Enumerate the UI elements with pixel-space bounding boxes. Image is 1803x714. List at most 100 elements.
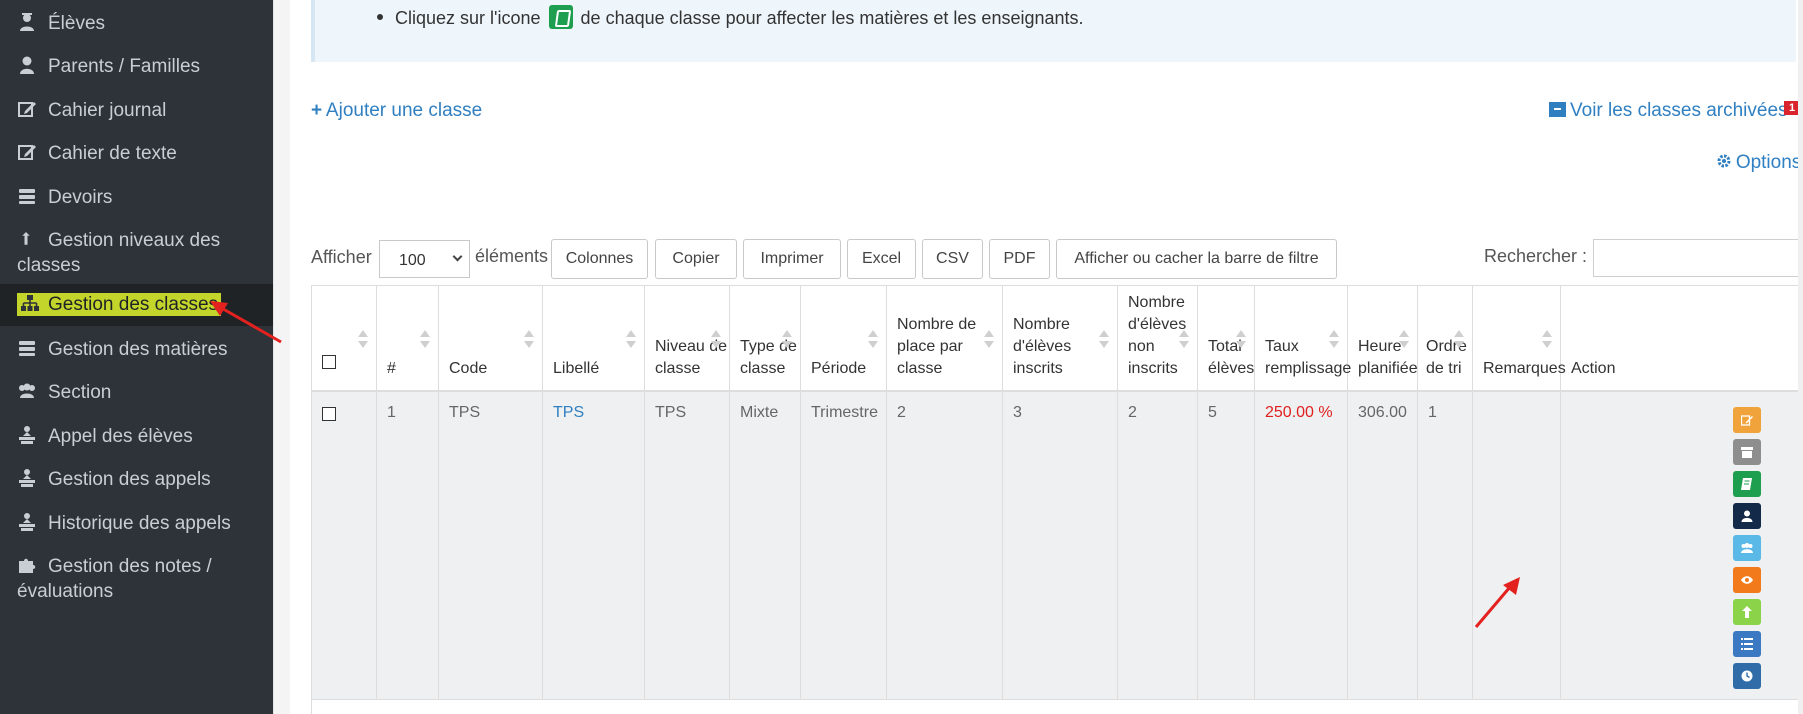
sidebar-item-label: Gestion des classes bbox=[48, 294, 219, 315]
sort-icon[interactable] bbox=[1399, 330, 1409, 350]
annotation-arrow-action bbox=[1474, 575, 1524, 629]
book-icon bbox=[1741, 478, 1752, 490]
header-label: classe bbox=[655, 360, 701, 377]
info-text-after: de chaque classe pour affecter les matiè… bbox=[580, 8, 1084, 28]
header-periode[interactable]: Période bbox=[801, 285, 887, 392]
bullet-dot bbox=[377, 14, 383, 20]
header-non-inscrits[interactable]: Nombre d'élèves non inscrits bbox=[1118, 285, 1198, 392]
sort-icon[interactable] bbox=[1329, 330, 1339, 350]
print-button[interactable]: Imprimer bbox=[743, 239, 841, 279]
header-heure[interactable]: Heure planifiée bbox=[1348, 285, 1418, 392]
view-button[interactable] bbox=[1733, 567, 1761, 593]
archive-icon bbox=[1549, 102, 1566, 117]
sidebar-item-label: Cahier de texte bbox=[48, 143, 177, 164]
search-input[interactable] bbox=[1593, 239, 1803, 277]
header-label: Action bbox=[1571, 360, 1616, 377]
header-type[interactable]: Type de classe bbox=[730, 285, 801, 392]
sort-icon[interactable] bbox=[1236, 330, 1246, 350]
sort-icon[interactable] bbox=[626, 330, 636, 350]
libelle-link[interactable]: TPS bbox=[553, 404, 584, 422]
header-code[interactable]: Code bbox=[439, 285, 543, 392]
list-icon bbox=[1741, 638, 1753, 650]
csv-button[interactable]: CSV bbox=[922, 239, 983, 279]
sidebar-item-label: Gestion des matières bbox=[48, 339, 228, 360]
header-label: # bbox=[387, 360, 396, 377]
teacher-button[interactable] bbox=[1733, 503, 1761, 529]
sidebar-item-eleves[interactable]: Élèves bbox=[0, 11, 273, 36]
excel-button[interactable]: Excel bbox=[847, 239, 916, 279]
sort-icon[interactable] bbox=[358, 330, 368, 350]
sidebar-item-label: Cahier journal bbox=[48, 100, 167, 121]
header-label: Période bbox=[811, 360, 867, 377]
sort-icon[interactable] bbox=[782, 330, 792, 350]
header-libelle[interactable]: Libellé bbox=[543, 285, 645, 392]
sort-icon[interactable] bbox=[711, 330, 721, 350]
classroom-icon bbox=[17, 512, 37, 532]
row-checkbox[interactable] bbox=[322, 407, 336, 421]
add-class-link[interactable]: + Ajouter une classe bbox=[311, 100, 482, 122]
scrollbar-track[interactable] bbox=[1798, 0, 1803, 714]
options-link[interactable]: Options bbox=[1716, 152, 1801, 174]
cell-total: 5 bbox=[1198, 392, 1255, 700]
header-ordre[interactable]: Ordre de tri bbox=[1418, 285, 1473, 392]
edit-icon bbox=[17, 142, 37, 162]
header-action: Action bbox=[1561, 285, 1798, 392]
header-remarques[interactable]: Remarques bbox=[1473, 285, 1566, 392]
elements-label: éléments bbox=[475, 246, 549, 266]
sidebar-item-parents[interactable]: Parents / Familles bbox=[0, 54, 273, 79]
header-taux[interactable]: Taux remplissage bbox=[1255, 285, 1351, 392]
cell-value: 5 bbox=[1208, 404, 1217, 421]
sort-icon[interactable] bbox=[420, 330, 430, 350]
promote-button[interactable] bbox=[1733, 599, 1761, 625]
header-niveau[interactable]: Niveau de classe bbox=[645, 285, 730, 392]
sort-icon[interactable] bbox=[984, 330, 994, 350]
archive-icon bbox=[1741, 447, 1753, 458]
page-size-select[interactable]: 100 bbox=[379, 240, 470, 278]
sidebar-item-notes[interactable]: Gestion des notes / évaluations bbox=[0, 554, 273, 604]
edit-button[interactable] bbox=[1733, 407, 1761, 433]
header-select-all[interactable] bbox=[312, 285, 377, 392]
sidebar-item-appel[interactable]: Appel des élèves bbox=[0, 424, 273, 449]
sidebar-item-label: Gestion des appels bbox=[48, 469, 211, 490]
sort-icon[interactable] bbox=[524, 330, 534, 350]
archived-classes-link[interactable]: Voir les classes archivées bbox=[1549, 100, 1788, 122]
sort-icon[interactable] bbox=[1099, 330, 1109, 350]
sidebar: Élèves Parents / Familles Cahier journal… bbox=[0, 0, 273, 714]
sidebar-item-devoirs[interactable]: Devoirs bbox=[0, 185, 273, 210]
columns-button[interactable]: Colonnes bbox=[551, 239, 648, 279]
header-label: inscrits bbox=[1128, 360, 1178, 377]
sort-icon[interactable] bbox=[868, 330, 878, 350]
toggle-filter-bar-button[interactable]: Afficher ou cacher la barre de filtre bbox=[1056, 239, 1337, 279]
sidebar-item-label-line2: évaluations bbox=[17, 581, 114, 602]
header-number[interactable]: # bbox=[377, 285, 439, 392]
main-content: Cliquez sur l'icone de chaque classe pou… bbox=[290, 0, 1803, 714]
stack-icon bbox=[17, 186, 37, 206]
list-button[interactable] bbox=[1733, 631, 1761, 657]
sidebar-item-niveaux[interactable]: Gestion niveaux des classes bbox=[0, 228, 273, 278]
pdf-button[interactable]: PDF bbox=[989, 239, 1050, 279]
sort-icon[interactable] bbox=[1542, 330, 1552, 350]
sidebar-item-section[interactable]: Section bbox=[0, 380, 273, 405]
copy-button[interactable]: Copier bbox=[655, 239, 737, 279]
sidebar-item-cahier-journal[interactable]: Cahier journal bbox=[0, 98, 273, 123]
students-button[interactable] bbox=[1733, 535, 1761, 561]
header-label: place par classe bbox=[897, 338, 963, 377]
cell-select bbox=[312, 392, 377, 700]
sidebar-item-label: Devoirs bbox=[48, 187, 113, 208]
header-inscrits[interactable]: Nombre d'élèves inscrits bbox=[1003, 285, 1118, 392]
header-places[interactable]: Nombre de place par classe bbox=[887, 285, 1003, 392]
assign-subjects-button[interactable] bbox=[1733, 471, 1761, 497]
sidebar-item-historique[interactable]: Historique des appels bbox=[0, 511, 273, 536]
header-total[interactable]: Total élèves bbox=[1198, 285, 1255, 392]
edit-icon bbox=[1741, 415, 1753, 426]
sort-icon[interactable] bbox=[1179, 330, 1189, 350]
archived-classes-label: Voir les classes archivées bbox=[1570, 100, 1788, 121]
cell-code: TPS bbox=[439, 392, 543, 700]
sort-icon[interactable] bbox=[1454, 330, 1464, 350]
cell-value: Trimestre bbox=[811, 404, 878, 421]
schedule-button[interactable] bbox=[1733, 663, 1761, 689]
archive-button[interactable] bbox=[1733, 439, 1761, 465]
sidebar-item-gestion-appels[interactable]: Gestion des appels bbox=[0, 467, 273, 492]
select-all-checkbox[interactable] bbox=[322, 355, 336, 369]
sidebar-item-cahier-texte[interactable]: Cahier de texte bbox=[0, 141, 273, 166]
